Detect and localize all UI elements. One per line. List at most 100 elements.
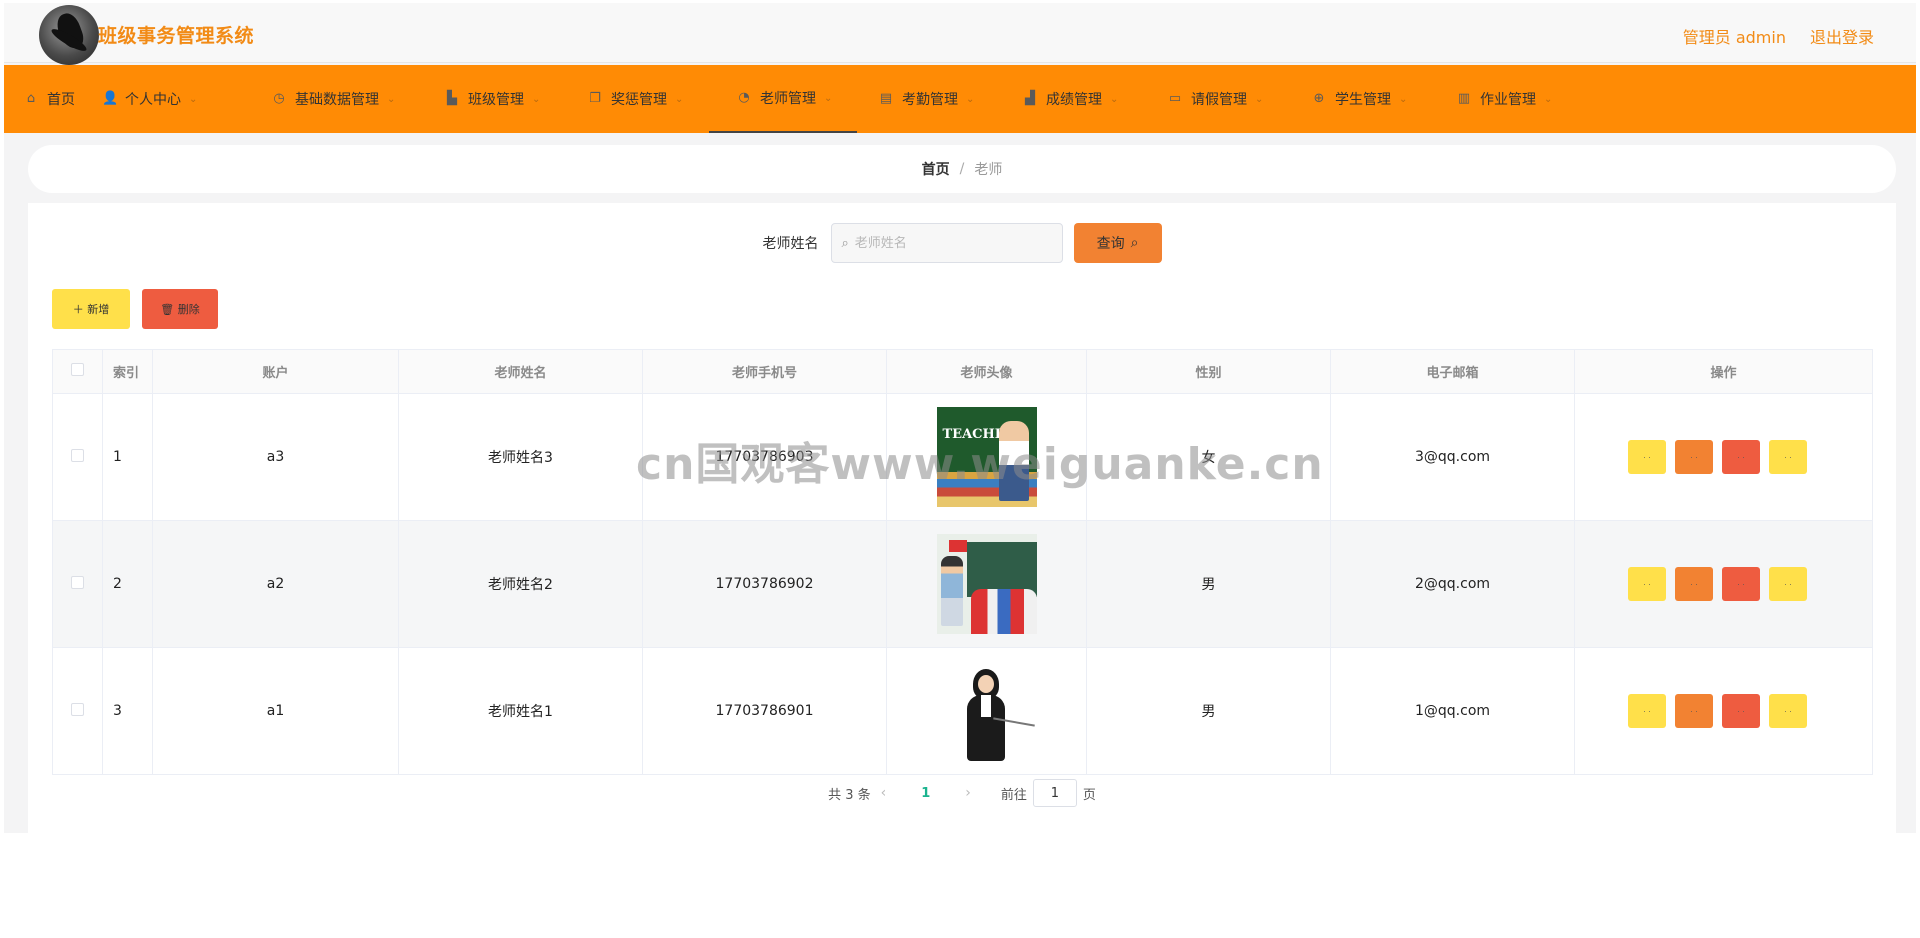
logo: [39, 5, 99, 65]
logout-link[interactable]: 退出登录: [1810, 24, 1874, 48]
nav-item-label: 老师管理: [760, 91, 816, 107]
nav-item-attendance[interactable]: ▤ 考勤管理 ⌄: [879, 65, 975, 133]
row-checkbox[interactable]: [71, 448, 84, 462]
nav-item-label: 考勤管理: [902, 92, 958, 108]
detail-button[interactable]: · ·: [1628, 440, 1666, 474]
edit-button[interactable]: · ·: [1675, 440, 1713, 474]
nav-item-leave[interactable]: ▭ 请假管理 ⌄: [1168, 65, 1264, 133]
nav-item-label: 班级管理: [468, 92, 524, 108]
nav-item-label: 基础数据管理: [295, 92, 379, 108]
bar-chart-icon: ▥: [1457, 91, 1471, 106]
search-icon: ⌕: [1130, 235, 1139, 251]
breadcrumb-home[interactable]: 首页: [922, 159, 950, 179]
teacher-phone-cell: 17703786901: [642, 647, 887, 775]
nav-item-teacher[interactable]: ◔ 老师管理 ⌄: [709, 65, 858, 133]
chevron-down-icon: ⌄: [966, 93, 975, 105]
chevron-down-icon: ⌄: [1255, 93, 1264, 105]
nav-item-student[interactable]: ⊕ 学生管理 ⌄: [1312, 65, 1408, 133]
chevron-down-icon: ⌄: [1544, 93, 1553, 105]
index-cell: 3: [102, 647, 153, 775]
add-button[interactable]: ＋ 新增: [52, 289, 130, 329]
account-cell: a3: [152, 393, 399, 521]
gender-cell: 男: [1086, 647, 1331, 775]
search-button-label: 查询: [1096, 236, 1125, 252]
nav-item-class[interactable]: ▙ 班级管理 ⌄: [445, 65, 540, 133]
admin-user-label: 管理员 admin: [1682, 28, 1786, 47]
page-bottom-area: [4, 833, 1916, 935]
row-select-cell[interactable]: [52, 393, 103, 521]
row-delete-button[interactable]: · ·: [1722, 567, 1760, 601]
operations-cell: · · · · · · · ·: [1574, 393, 1873, 521]
column-header: 索引: [102, 349, 153, 394]
main-nav: ⌂ 首页 👤 个人中心 ⌄ ◷ 基础数据管理 ⌄ ▙ 班级管理 ⌄ ❐ 奖惩管理…: [4, 65, 1916, 133]
chevron-down-icon: ⌄: [1399, 93, 1408, 105]
nav-item-label: 成绩管理: [1046, 92, 1102, 108]
table-row: 1 a3 老师姓名3 17703786903 TEACHER'S 女 3@qq.…: [52, 393, 1873, 521]
chevron-down-icon: ⌄: [824, 92, 833, 104]
nav-item-personal-center[interactable]: 👤 个人中心 ⌄: [102, 65, 197, 133]
copy-icon: ❐: [589, 91, 601, 106]
select-all-cell[interactable]: [52, 349, 103, 394]
chevron-down-icon: ⌄: [1110, 93, 1119, 105]
nav-item-label: 学生管理: [1335, 92, 1391, 108]
current-page-number[interactable]: 1: [921, 786, 930, 801]
search-input-wrapper[interactable]: ⌕: [830, 223, 1063, 263]
email-cell: 2@qq.com: [1330, 520, 1575, 648]
prev-page-icon[interactable]: ‹: [881, 785, 887, 801]
search-button[interactable]: 查询 ⌕: [1073, 223, 1162, 263]
email-cell: 1@qq.com: [1330, 647, 1575, 775]
account-cell: a1: [152, 647, 399, 775]
row-checkbox[interactable]: [71, 575, 84, 589]
row-select-cell[interactable]: [52, 520, 103, 648]
column-header: 账户: [152, 349, 399, 394]
teacher-table: 索引 账户 老师姓名 老师手机号 老师头像 性别 电子邮箱 操作 1 a3 老师…: [52, 349, 1873, 775]
teacher-phone-cell: 17703786902: [642, 520, 887, 648]
nav-item-label: 奖惩管理: [611, 92, 667, 108]
teacher-avatar-image[interactable]: [936, 661, 1037, 761]
operations-cell: · · · · · · · ·: [1574, 647, 1873, 775]
nav-item-homework[interactable]: ▥ 作业管理 ⌄: [1457, 65, 1553, 133]
nav-item-basic-data[interactable]: ◷ 基础数据管理 ⌄: [272, 65, 395, 133]
target-icon: ⊕: [1313, 91, 1325, 106]
system-title: 班级事务管理系统: [98, 25, 255, 47]
extra-action-button[interactable]: · ·: [1769, 694, 1807, 728]
edit-button[interactable]: · ·: [1675, 567, 1713, 601]
teacher-avatar-image[interactable]: TEACHER'S: [936, 407, 1037, 507]
teacher-avatar-image[interactable]: [936, 534, 1037, 634]
teacher-avatar-cell: [886, 647, 1087, 775]
gender-cell: 女: [1086, 393, 1331, 521]
index-cell: 1: [102, 393, 153, 521]
row-delete-button[interactable]: · ·: [1722, 440, 1760, 474]
delete-button[interactable]: 🗑 删除: [142, 289, 218, 329]
extra-action-button[interactable]: · ·: [1769, 440, 1807, 474]
teacher-name-search-input[interactable]: [854, 235, 1035, 251]
row-checkbox[interactable]: [71, 702, 84, 716]
edit-button[interactable]: · ·: [1675, 694, 1713, 728]
detail-button[interactable]: · ·: [1628, 694, 1666, 728]
column-header: 老师手机号: [642, 349, 887, 394]
extra-action-button[interactable]: · ·: [1769, 567, 1807, 601]
top-header: 班级事务管理系统 管理员 admin 退出登录: [4, 3, 1916, 65]
nav-item-home[interactable]: ⌂ 首页: [24, 65, 75, 133]
next-page-icon[interactable]: ›: [965, 785, 971, 801]
pagination: 共 3 条 ‹ 1 › 前往 页: [28, 779, 1896, 807]
breadcrumb: 首页 / 老师: [28, 145, 1896, 193]
dashboard-icon: ◷: [273, 91, 285, 106]
goto-suffix: 页: [1082, 787, 1096, 803]
breadcrumb-separator: /: [959, 161, 965, 177]
teacher-avatar-cell: [886, 520, 1087, 648]
nav-item-score[interactable]: ▟ 成绩管理 ⌄: [1023, 65, 1118, 133]
row-select-cell[interactable]: [52, 647, 103, 775]
row-delete-button[interactable]: · ·: [1722, 694, 1760, 728]
goto-page-input[interactable]: [1032, 779, 1077, 807]
nav-item-reward[interactable]: ❐ 奖惩管理 ⌄: [588, 65, 683, 133]
column-header: 性别: [1086, 349, 1331, 394]
clock-icon: ◔: [738, 90, 750, 105]
detail-button[interactable]: · ·: [1628, 567, 1666, 601]
nav-item-label: 作业管理: [1480, 92, 1536, 108]
index-cell: 2: [102, 520, 153, 648]
select-all-checkbox[interactable]: [71, 363, 84, 376]
teacher-name-cell: 老师姓名2: [398, 520, 643, 648]
search-label: 老师姓名: [762, 236, 819, 252]
app-frame: 班级事务管理系统 管理员 admin 退出登录 ⌂ 首页 👤 个人中心 ⌄ ◷ …: [4, 3, 1916, 935]
